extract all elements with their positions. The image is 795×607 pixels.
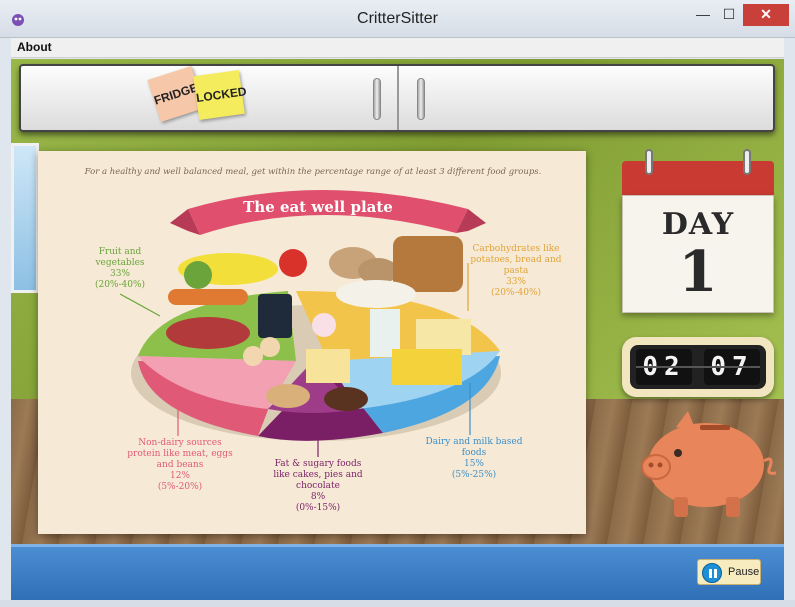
group-protein-pct: 12% xyxy=(169,471,190,481)
group-dairy-pct: 15% xyxy=(463,459,484,469)
group-protein-name: Non-dairy sources protein like meat, egg… xyxy=(127,438,233,470)
day-calendar: DAY 1 xyxy=(610,147,774,313)
calendar-ring-icon xyxy=(645,149,653,175)
pause-icon xyxy=(702,563,722,583)
calendar-day-number: 1 xyxy=(678,239,718,305)
maximize-button[interactable]: ☐ xyxy=(716,4,742,26)
flip-clock: 02 07 xyxy=(622,337,774,397)
close-button[interactable]: ✕ xyxy=(743,4,789,26)
window-frame-left xyxy=(0,38,11,607)
group-carbs-name: Carbohydrates like potatoes, bread and p… xyxy=(470,244,562,276)
plate-title: The eat well plate xyxy=(243,198,393,216)
group-fruit-range: (20%-40%) xyxy=(94,280,146,290)
menu-item-about[interactable]: About xyxy=(17,40,52,54)
pause-button[interactable]: Pause xyxy=(697,559,761,585)
piggy-bank-icon[interactable] xyxy=(636,403,782,523)
eat-well-plate-poster: For a healthy and well balanced meal, ge… xyxy=(38,151,586,534)
group-protein-range: (5%-20%) xyxy=(157,482,203,492)
group-fat-pct: 8% xyxy=(310,492,326,502)
fridge[interactable]: FRIDGE LOCKED xyxy=(19,64,775,132)
sticky-note-locked: LOCKED xyxy=(193,70,247,120)
fridge-handle-right[interactable] xyxy=(417,78,425,120)
window-frame-bottom xyxy=(0,600,795,607)
window-title: CritterSitter xyxy=(357,10,438,27)
minimize-button[interactable]: — xyxy=(690,4,716,26)
group-carbs-pct: 33% xyxy=(505,277,526,287)
group-carbs-label: Carbohydrates like potatoes, bread and p… xyxy=(460,244,572,299)
pause-button-label: Pause xyxy=(728,566,760,578)
group-fruit-name: Fruit and vegetables xyxy=(95,247,145,268)
group-protein-label: Non-dairy sources protein like meat, egg… xyxy=(124,438,236,493)
calendar-day-label: DAY xyxy=(661,207,735,242)
fridge-door-divider xyxy=(397,66,399,130)
plate-instructions: For a healthy and well balanced meal, ge… xyxy=(84,167,542,177)
group-dairy-range: (5%-25%) xyxy=(451,470,497,480)
group-fat-name: Fat & sugary foods like cakes, pies and … xyxy=(273,459,363,491)
clock-flip-divider xyxy=(636,366,760,368)
clock-face: 02 07 xyxy=(630,345,766,389)
group-dairy-label: Dairy and milk based foods 15% (5%-25%) xyxy=(422,437,526,481)
room-window xyxy=(11,143,39,293)
calendar-ring-icon xyxy=(743,149,751,175)
group-fat-range: (0%-15%) xyxy=(295,503,341,513)
menu-bar: About xyxy=(11,38,784,58)
window-frame-right xyxy=(784,38,795,607)
bottom-toolbar: Pause xyxy=(11,544,784,600)
group-dairy-name: Dairy and milk based foods xyxy=(425,437,523,458)
fridge-handle-left[interactable] xyxy=(373,78,381,120)
game-scene: FRIDGE LOCKED For a healthy and well bal… xyxy=(11,59,784,600)
group-fruit-pct: 33% xyxy=(109,269,130,279)
title-bar: CritterSitter — ☐ ✕ xyxy=(0,0,795,38)
group-carbs-range: (20%-40%) xyxy=(490,288,542,298)
group-fruit-label: Fruit and vegetables 33% (20%-40%) xyxy=(80,247,160,291)
group-fat-label: Fat & sugary foods like cakes, pies and … xyxy=(266,459,370,514)
